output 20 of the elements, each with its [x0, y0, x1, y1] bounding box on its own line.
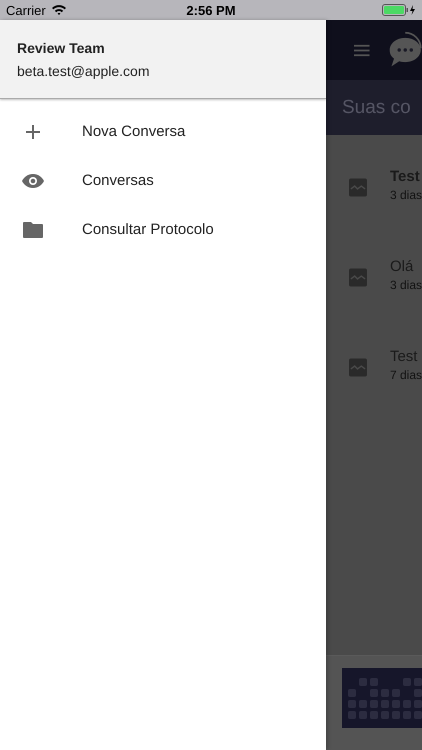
- eye-icon: [22, 174, 44, 188]
- conversation-time: 3 dias: [390, 188, 422, 202]
- broken-image-icon: [349, 358, 367, 377]
- broken-image-icon: [349, 178, 367, 197]
- menu-icon[interactable]: [354, 44, 370, 56]
- status-time: 2:56 PM: [185, 2, 237, 18]
- carrier-label: Carrier: [6, 2, 46, 18]
- user-email: beta.test@apple.com: [17, 62, 151, 78]
- screen-title: Suas co: [342, 96, 411, 118]
- broken-image-icon: [349, 268, 367, 287]
- drawer-menu-item[interactable]: Nova Conversa: [0, 107, 326, 156]
- battery-icon: [382, 4, 416, 16]
- drawer-menu-item[interactable]: Consultar Protocolo: [0, 205, 326, 254]
- wifi-icon: [50, 4, 67, 16]
- conversation-time: 3 dias: [390, 278, 422, 292]
- plus-icon: [26, 124, 40, 138]
- conversation-time: 7 dias: [390, 368, 422, 382]
- user-name: Review Team: [17, 40, 106, 56]
- drawer-menu-item[interactable]: Conversas: [0, 156, 326, 205]
- folder-icon: [23, 222, 43, 238]
